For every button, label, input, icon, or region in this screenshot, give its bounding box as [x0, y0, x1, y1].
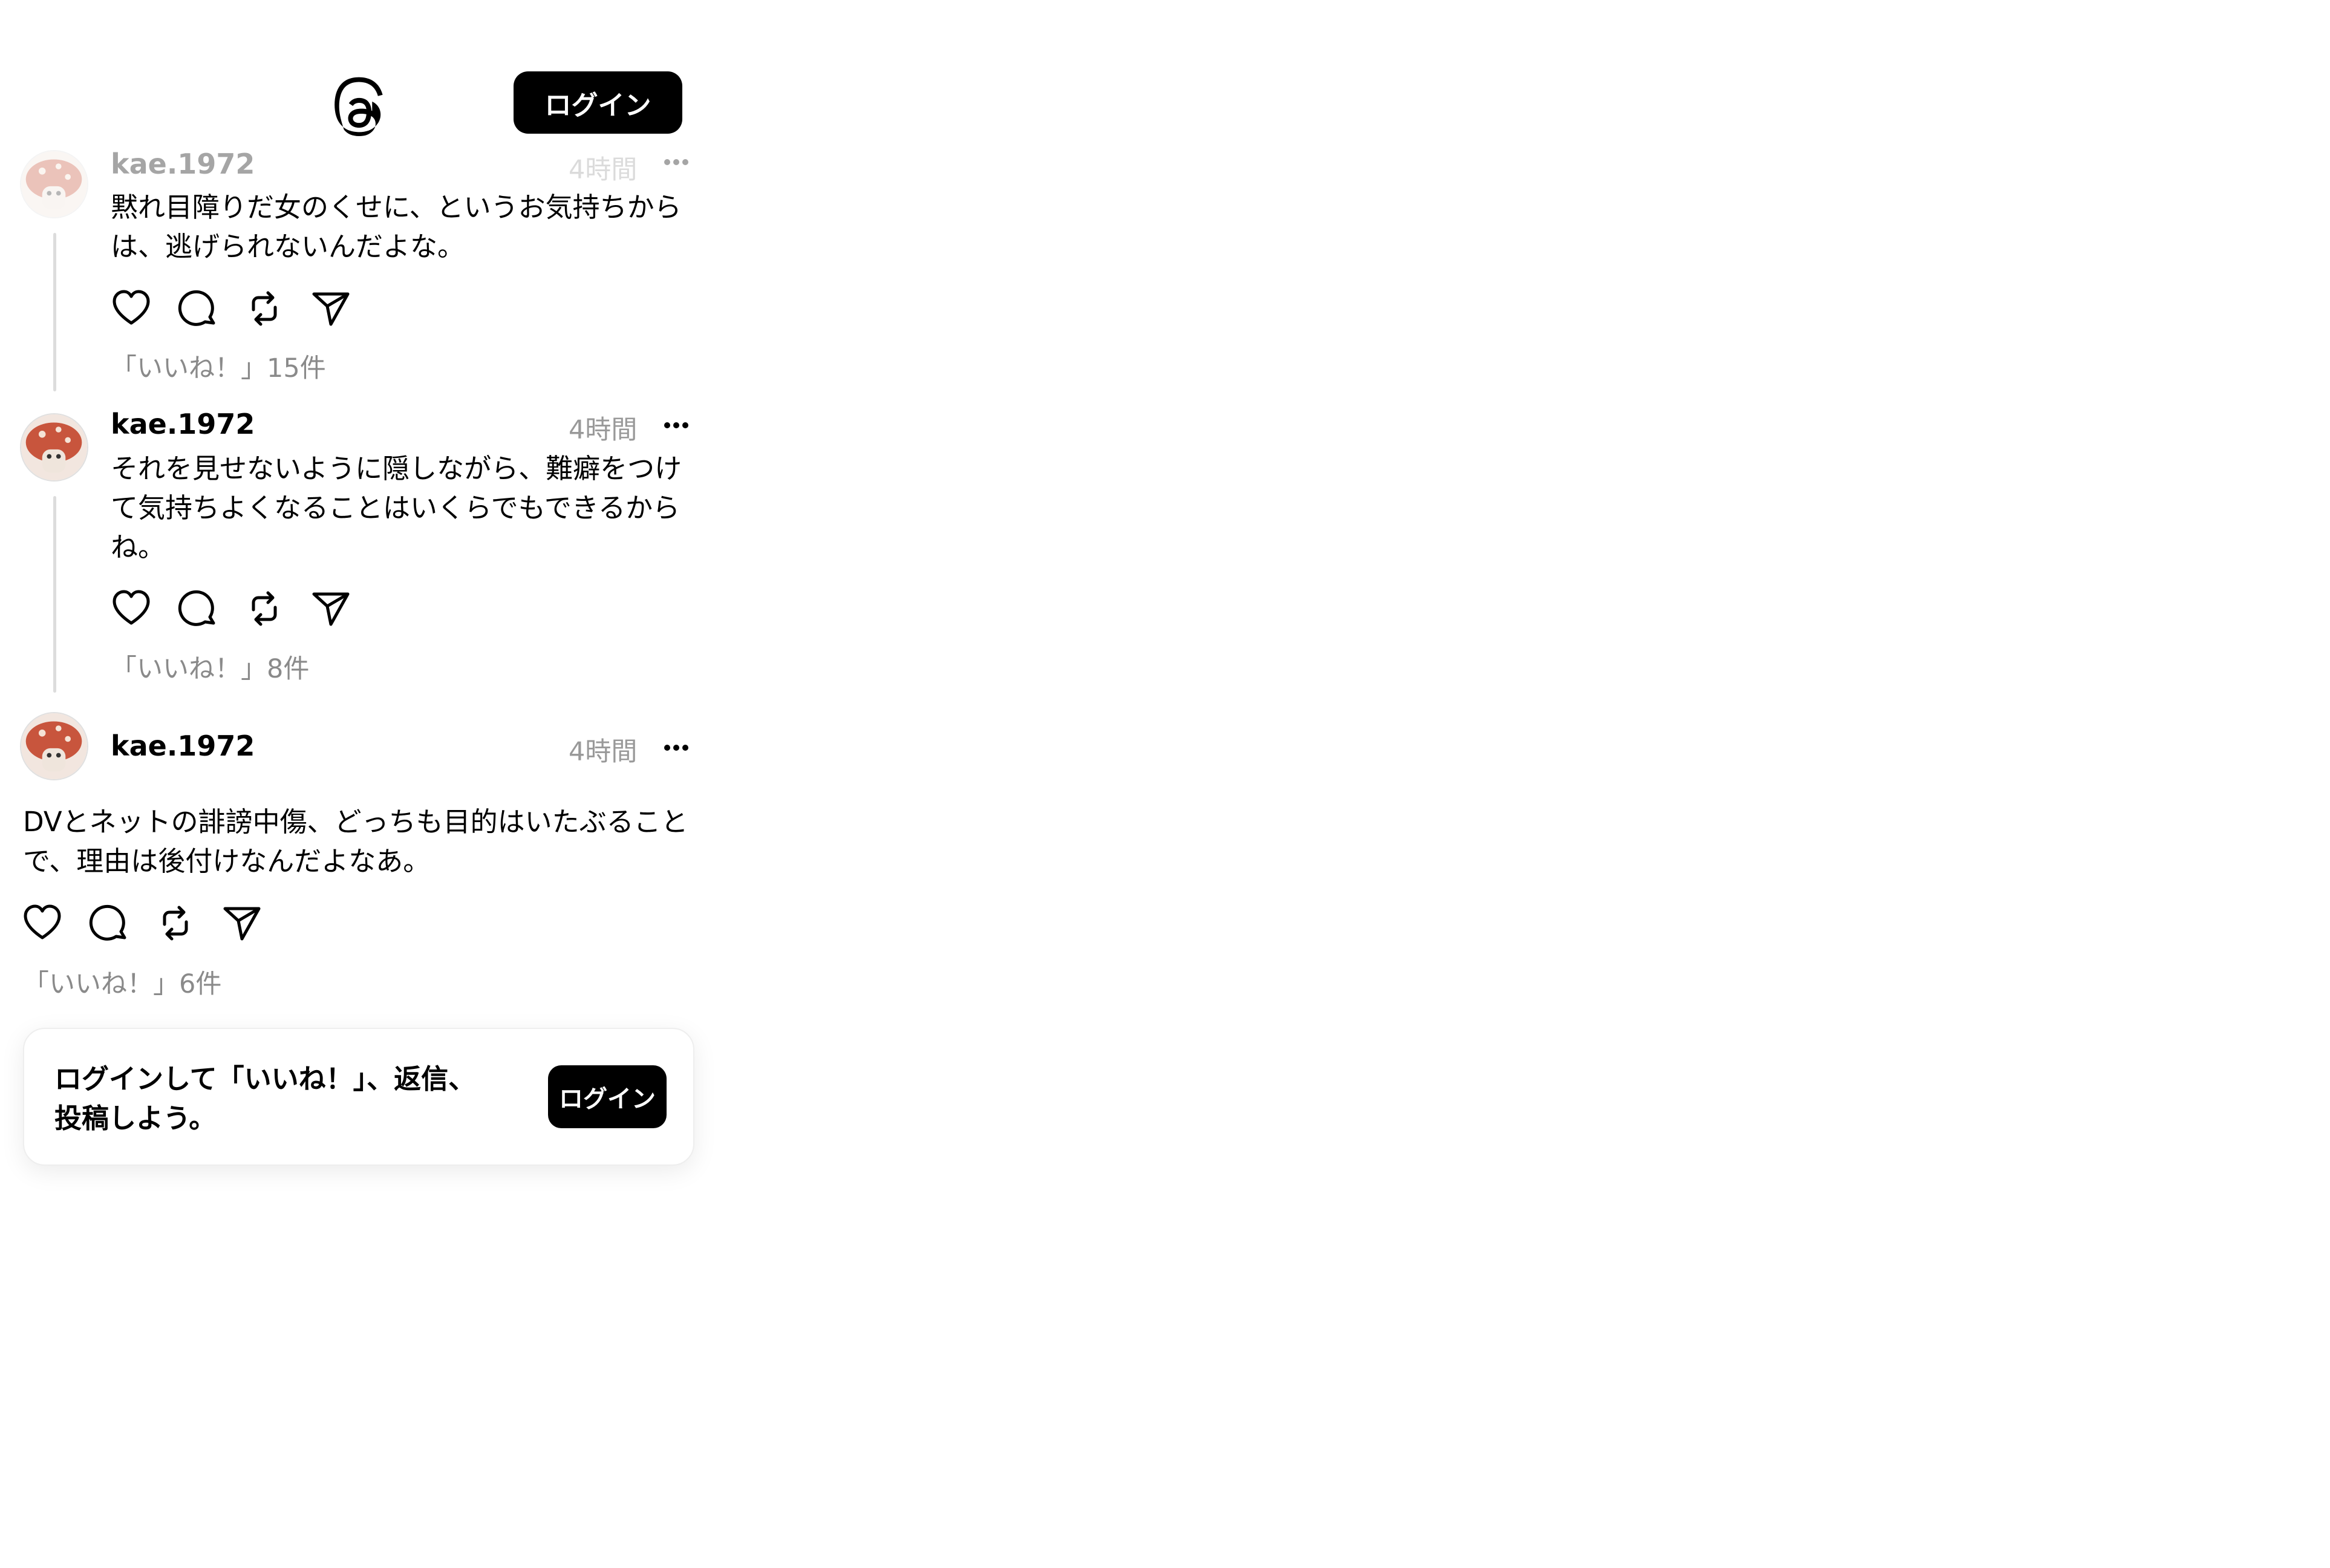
heart-icon[interactable]: [22, 903, 63, 944]
comment-icon[interactable]: [88, 903, 129, 944]
avatar[interactable]: [20, 413, 88, 482]
login-prompt-text: ログインして「いいね！」、返信、投稿しよう。: [54, 1063, 476, 1134]
post-time[interactable]: 4時間: [569, 409, 637, 446]
heart-icon[interactable]: [111, 588, 152, 629]
post-actions: [111, 288, 351, 330]
heart-icon[interactable]: [111, 288, 152, 329]
thread-line: [53, 233, 56, 391]
post-actions: [111, 588, 351, 630]
avatar[interactable]: [20, 712, 88, 780]
comment-icon[interactable]: [177, 288, 218, 329]
thread-line: [53, 496, 56, 693]
likes-count[interactable]: 「いいね！」8件: [111, 648, 309, 685]
threads-page: ログイン kae.1972 4時間 黙れ目障りだ女のくせに、というお気持ちからは…: [0, 0, 702, 1210]
repost-icon[interactable]: [244, 588, 285, 629]
card-login-button[interactable]: ログイン: [548, 1065, 667, 1128]
share-icon[interactable]: [221, 903, 263, 944]
likes-count[interactable]: 「いいね！」15件: [111, 347, 326, 385]
post-username[interactable]: kae.1972: [111, 408, 255, 440]
post-text: DVとネットの誹謗中傷、どっちも目的はいたぶることで、理由は後付けなんだよなあ。: [23, 806, 688, 877]
share-icon[interactable]: [310, 288, 351, 329]
share-icon[interactable]: [310, 588, 351, 629]
post-username[interactable]: kae.1972: [111, 730, 255, 762]
threads-logo-icon[interactable]: [330, 75, 387, 137]
comment-icon[interactable]: [177, 588, 218, 629]
login-button[interactable]: ログイン: [514, 71, 682, 134]
post-text: それを見せないように隠しながら、難癖をつけて気持ちよくなることはいくらでもできる…: [111, 452, 682, 563]
card-login-button-label: ログイン: [559, 1085, 656, 1113]
login-button-label: ログイン: [544, 90, 651, 121]
avatar[interactable]: [20, 150, 88, 218]
post-text: 黙れ目障りだ女のくせに、というお気持ちからは、逃げられないんだよな。: [111, 191, 682, 263]
more-icon[interactable]: [661, 156, 691, 168]
repost-icon[interactable]: [155, 903, 196, 944]
post-username[interactable]: kae.1972: [111, 148, 255, 180]
likes-count[interactable]: 「いいね！」6件: [23, 963, 221, 1001]
post-time[interactable]: 4時間: [569, 149, 637, 186]
post-actions: [22, 903, 263, 945]
post-time[interactable]: 4時間: [569, 731, 637, 768]
repost-icon[interactable]: [244, 288, 285, 329]
more-icon[interactable]: [661, 419, 691, 431]
login-prompt-card: ログインして「いいね！」、返信、投稿しよう。 ログイン: [23, 1028, 694, 1166]
more-icon[interactable]: [661, 742, 691, 754]
